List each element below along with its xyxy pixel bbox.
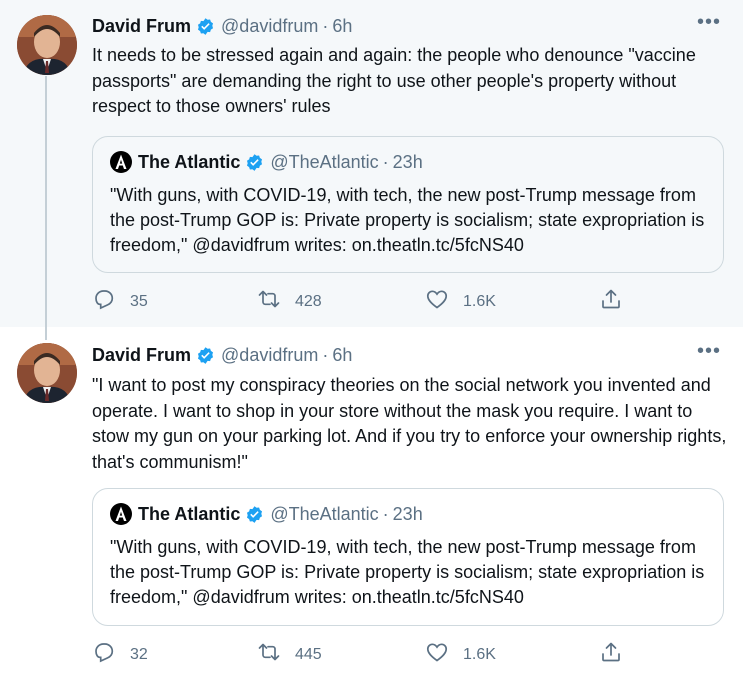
quote-tweet[interactable]: The Atlantic @TheAtlantic · 23h "With gu…	[92, 488, 724, 626]
like-button[interactable]: 1.6K	[425, 640, 496, 669]
tweet-text: "I want to post my conspiracy theories o…	[92, 375, 727, 472]
like-count: 1.6K	[463, 292, 496, 310]
retweet-count: 445	[295, 645, 322, 663]
verified-badge-icon	[196, 346, 215, 365]
separator-dot: ·	[382, 503, 389, 524]
quote-timestamp: 23h	[392, 151, 423, 172]
quote-author-name: The Atlantic	[138, 503, 241, 524]
tweet-header: David Frum @davidfrum · 6h	[92, 14, 352, 38]
more-options-icon[interactable]: •••	[697, 341, 721, 365]
quote-header: The Atlantic @TheAtlantic · 23h	[110, 151, 423, 173]
tweet-timestamp[interactable]: 6h	[332, 16, 352, 37]
reply-icon	[92, 287, 116, 316]
share-icon	[599, 640, 623, 669]
quote-author-handle: @TheAtlantic	[270, 503, 379, 524]
tweet-header: David Frum @davidfrum · 6h	[92, 343, 352, 367]
more-options-icon[interactable]: •••	[697, 12, 721, 36]
share-button[interactable]	[599, 640, 623, 669]
quote-text: "With guns, with COVID-19, with tech, th…	[110, 537, 705, 607]
reply-count: 32	[130, 645, 148, 663]
tweet-actions: 35 428 1.6K	[92, 287, 732, 313]
author-avatar[interactable]	[17, 15, 77, 75]
tweet-timestamp[interactable]: 6h	[332, 345, 352, 366]
heart-icon	[425, 287, 449, 316]
quote-timestamp: 23h	[392, 503, 423, 524]
quote-author-name: The Atlantic	[138, 151, 241, 172]
retweet-icon	[257, 287, 281, 316]
author-name[interactable]: David Frum	[92, 345, 191, 366]
tweet-actions: 32 445 1.6K	[92, 640, 732, 666]
reply-button[interactable]: 32	[92, 640, 148, 669]
heart-icon	[425, 640, 449, 669]
reply-count: 35	[130, 292, 148, 310]
verified-badge-icon	[245, 153, 264, 172]
quote-author-handle: @TheAtlantic	[270, 151, 379, 172]
author-handle[interactable]: @davidfrum	[221, 16, 318, 37]
atlantic-logo-icon	[110, 151, 132, 173]
tweet-1[interactable]: David Frum @davidfrum · 6h ••• It needs …	[0, 0, 743, 327]
author-handle[interactable]: @davidfrum	[221, 345, 318, 366]
quote-header: The Atlantic @TheAtlantic · 23h	[110, 503, 423, 525]
like-count: 1.6K	[463, 645, 496, 663]
retweet-button[interactable]: 445	[257, 640, 322, 669]
quote-text: "With guns, with COVID-19, with tech, th…	[110, 185, 705, 255]
thread-connector-line	[45, 76, 47, 340]
reply-icon	[92, 640, 116, 669]
quote-tweet[interactable]: The Atlantic @TheAtlantic · 23h "With gu…	[92, 136, 724, 273]
tweet-2[interactable]: David Frum @davidfrum · 6h ••• "I want t…	[0, 327, 743, 679]
author-name[interactable]: David Frum	[92, 16, 191, 37]
retweet-button[interactable]: 428	[257, 287, 322, 316]
share-icon	[599, 287, 623, 316]
retweet-icon	[257, 640, 281, 669]
like-button[interactable]: 1.6K	[425, 287, 496, 316]
atlantic-logo-icon	[110, 503, 132, 525]
separator-dot: ·	[322, 344, 329, 365]
separator-dot: ·	[382, 151, 389, 172]
separator-dot: ·	[322, 15, 329, 36]
share-button[interactable]	[599, 287, 623, 316]
retweet-count: 428	[295, 292, 322, 310]
verified-badge-icon	[196, 17, 215, 36]
reply-button[interactable]: 35	[92, 287, 148, 316]
tweet-text: It needs to be stressed again and again:…	[92, 45, 696, 116]
verified-badge-icon	[245, 505, 264, 524]
author-avatar[interactable]	[17, 343, 77, 403]
